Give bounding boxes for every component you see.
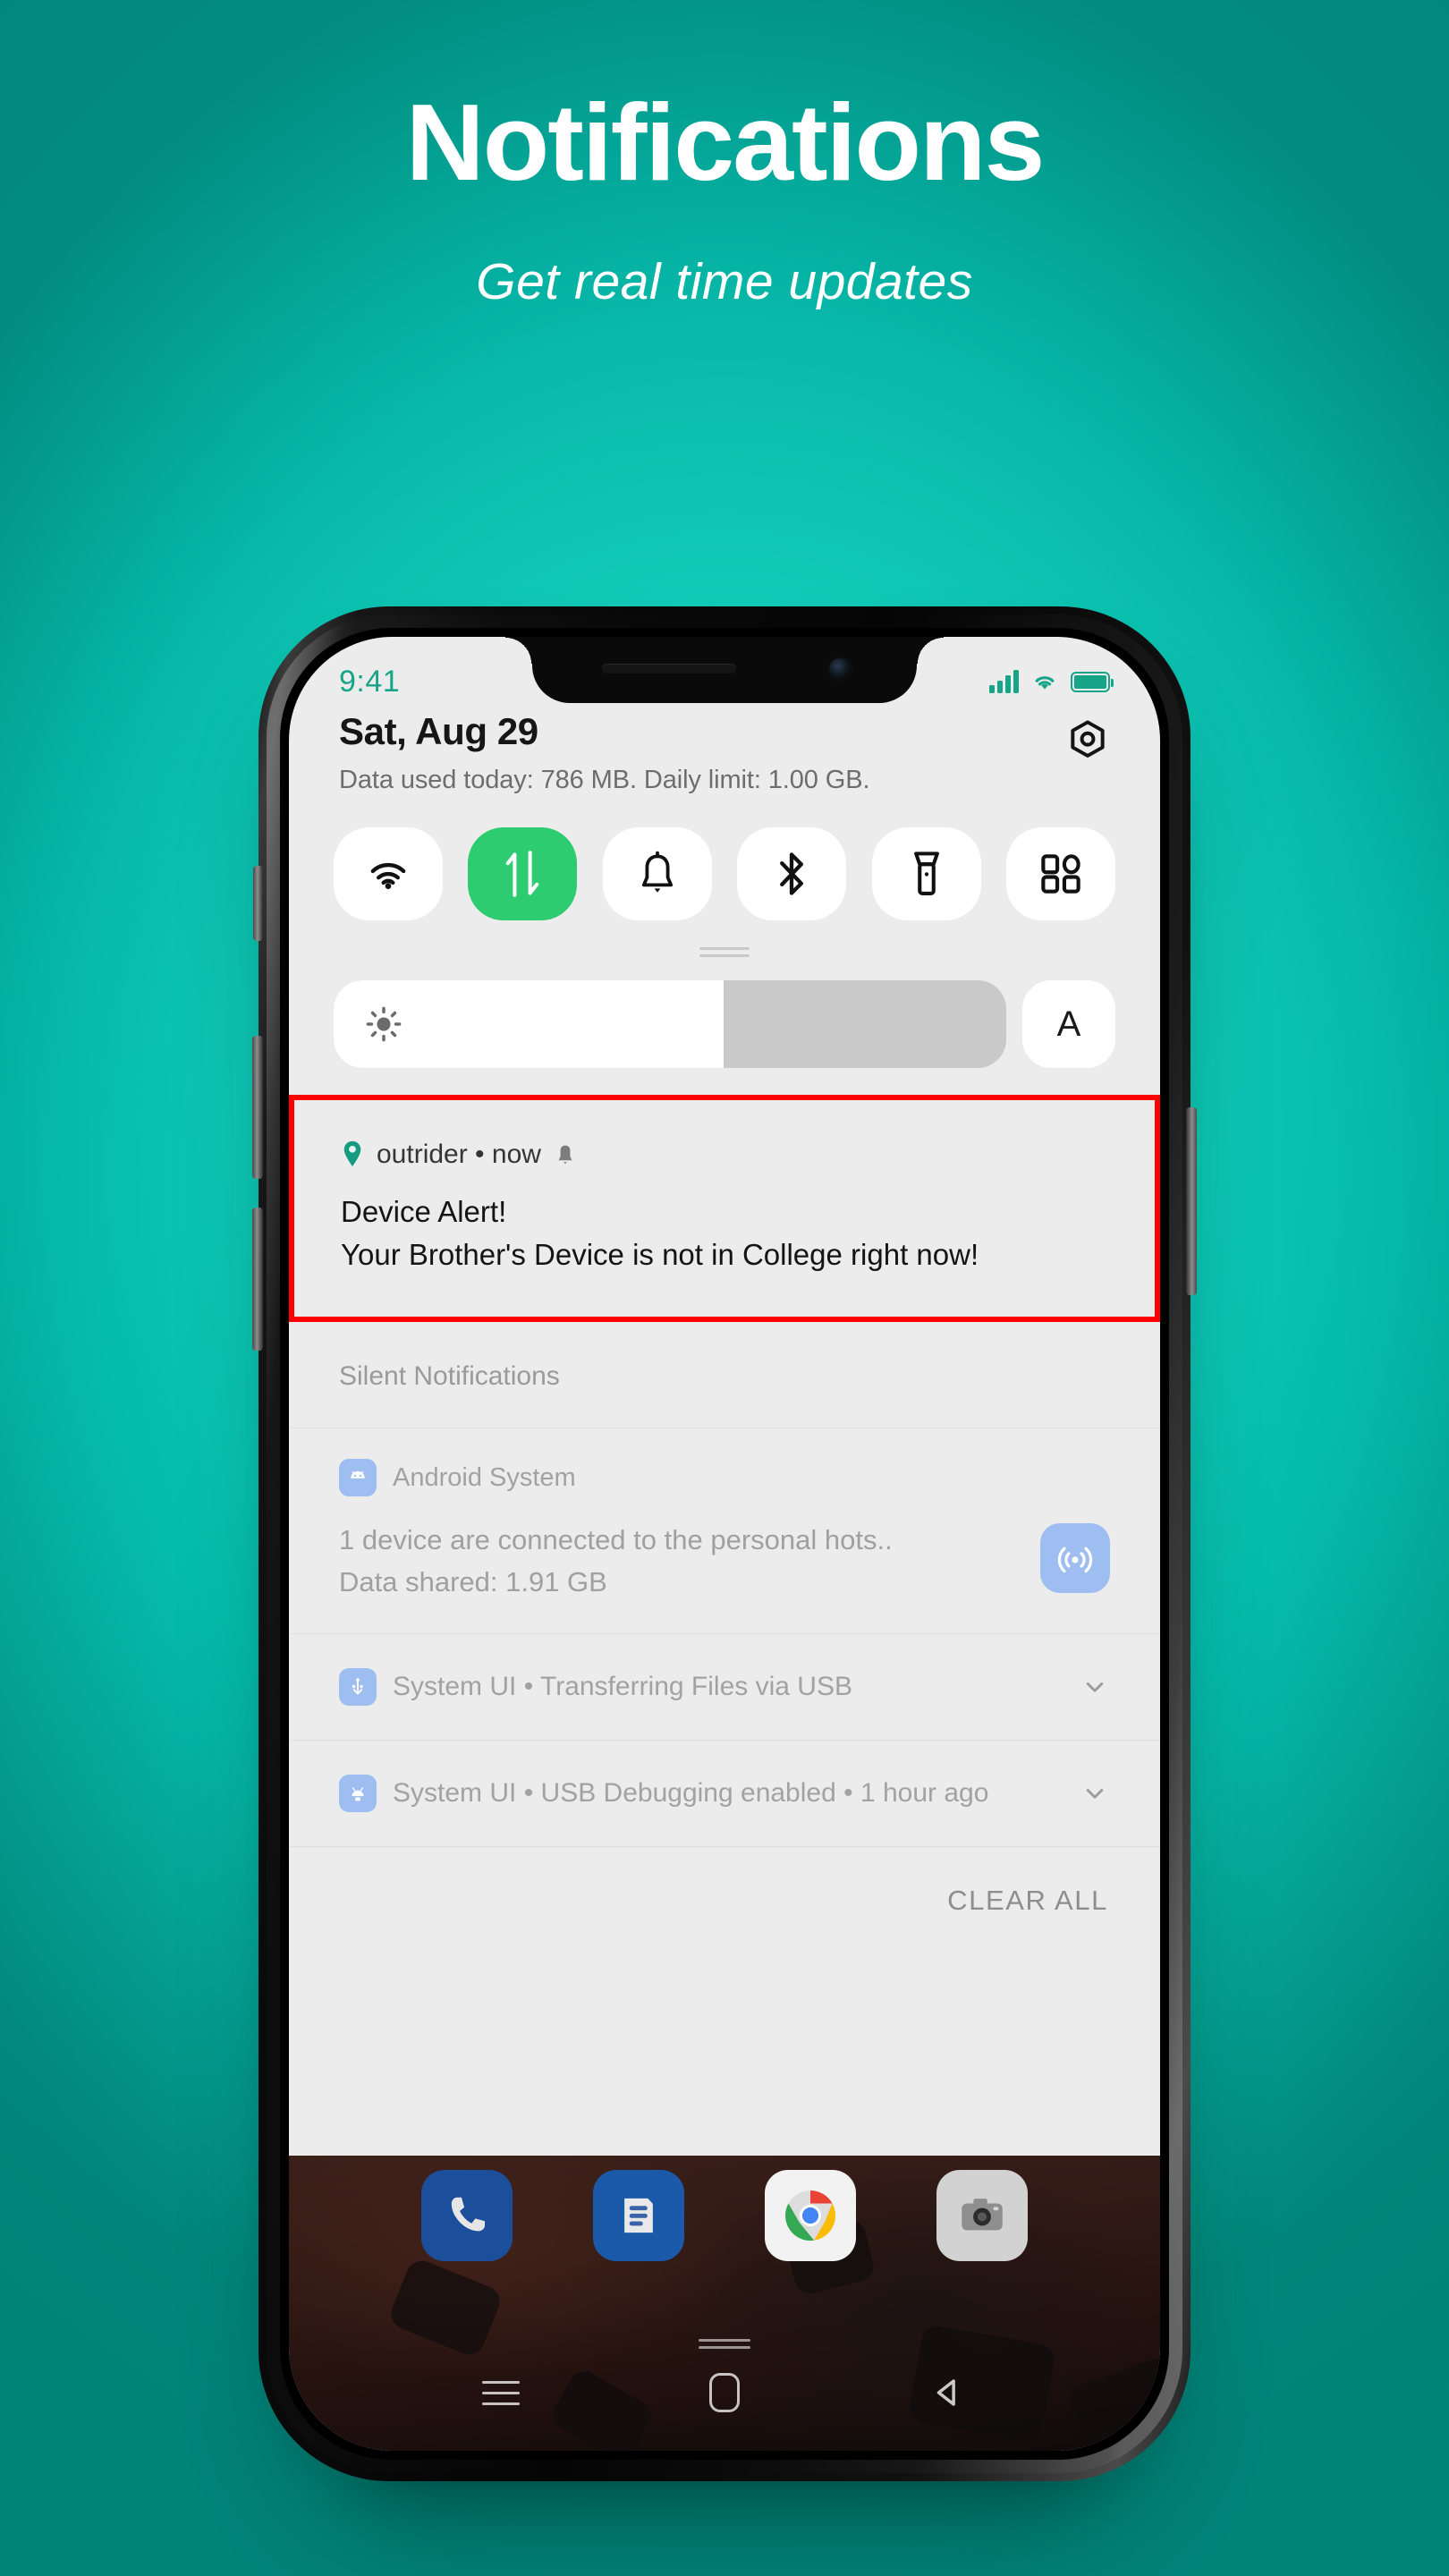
power-button[interactable]	[1186, 1107, 1197, 1295]
signal-bars-icon	[989, 670, 1019, 693]
chevron-down-icon[interactable]	[1080, 1778, 1110, 1809]
status-time: 9:41	[339, 664, 401, 699]
clear-all-row: CLEAR ALL	[289, 1847, 1160, 1960]
panel-header: Sat, Aug 29 Data used today: 786 MB. Dai…	[289, 707, 1160, 795]
toggle-all-settings[interactable]	[1005, 827, 1115, 920]
wifi-icon	[370, 862, 406, 889]
hero-section: Notifications Get real time updates	[0, 0, 1449, 311]
volume-down-button[interactable]	[252, 1208, 263, 1351]
mute-switch-button[interactable]	[253, 866, 263, 941]
dock-item-messages[interactable]	[593, 2170, 684, 2261]
earpiece-speaker-icon	[602, 664, 736, 674]
chevron-down-icon[interactable]	[1080, 1672, 1110, 1702]
auto-brightness-button[interactable]: A	[1022, 980, 1115, 1068]
notification-row-usb-debugging[interactable]: System UI • USB Debugging enabled • 1 ho…	[289, 1741, 1160, 1847]
notification-text: System UI • USB Debugging enabled • 1 ho…	[393, 1778, 989, 1808]
battery-full-icon	[1071, 671, 1114, 692]
location-pin-icon	[343, 1140, 361, 1166]
bluetooth-icon	[780, 852, 804, 895]
notification-text: System UI • Transferring Files via USB	[393, 1672, 852, 1701]
notification-line-2: Data shared: 1.91 GB	[339, 1565, 607, 1597]
phone-screen: 9:41 Sat, Aug 29 Data used today: 786 MB…	[289, 637, 1160, 2451]
dock-item-phone[interactable]	[421, 2170, 513, 2261]
notification-header: Android System	[339, 1459, 1110, 1496]
notification-app-line: outrider • now	[377, 1140, 541, 1169]
phone-icon	[451, 2197, 486, 2232]
notification-header: outrider • now	[341, 1140, 1108, 1170]
phone-bezel: 9:41 Sat, Aug 29 Data used today: 786 MB…	[280, 628, 1169, 2460]
toggle-mobile-data[interactable]	[468, 827, 578, 920]
usb-icon	[339, 1668, 377, 1706]
brightness-slider[interactable]	[334, 980, 1006, 1068]
bell-icon	[558, 1145, 572, 1165]
phone-notch	[505, 637, 944, 703]
settings-gear-icon[interactable]	[1065, 717, 1110, 762]
silent-notifications-header: Silent Notifications	[289, 1322, 1160, 1428]
toggle-bluetooth[interactable]	[737, 827, 847, 920]
status-icons	[989, 670, 1114, 693]
brightness-sun-icon	[366, 1006, 402, 1042]
page-title: Notifications	[405, 81, 1046, 203]
toggle-wifi[interactable]	[334, 827, 443, 920]
notification-app-name: Android System	[393, 1462, 576, 1492]
notification-row-android-system[interactable]: Android System 1 device are connected to…	[289, 1428, 1160, 1634]
notification-shade: outrider • now Device Alert! Your Brothe…	[289, 1095, 1160, 1960]
phone-frame: 9:41 Sat, Aug 29 Data used today: 786 MB…	[252, 606, 1197, 2481]
notification-line-1: 1 device are connected to the personal h…	[339, 1524, 893, 1555]
toggle-sound[interactable]	[602, 827, 712, 920]
messages-icon	[624, 2198, 653, 2233]
android-robot-icon	[339, 1459, 377, 1496]
grid-apps-icon	[1041, 854, 1080, 894]
bell-icon	[641, 851, 673, 893]
home-screen-wallpaper	[289, 2156, 1160, 2451]
wifi-icon	[1035, 676, 1055, 690]
dock-item-camera[interactable]	[936, 2170, 1028, 2261]
flashlight-icon	[913, 852, 939, 896]
app-dock	[289, 2170, 1160, 2261]
navigation-bar	[289, 2354, 1160, 2431]
highlighted-notification[interactable]: outrider • now Device Alert! Your Brothe…	[289, 1095, 1160, 1322]
page-subtitle: Get real time updates	[476, 253, 973, 310]
back-triangle-icon[interactable]	[929, 2374, 967, 2411]
quick-settings-toggles	[289, 795, 1160, 920]
data-usage-text: Data used today: 786 MB. Daily limit: 1.…	[339, 766, 870, 794]
brightness-row: A	[289, 957, 1160, 1068]
recents-menu-icon[interactable]	[482, 2380, 520, 2405]
toggle-flashlight[interactable]	[871, 827, 981, 920]
panel-date: Sat, Aug 29	[339, 710, 538, 752]
panel-drag-handle[interactable]	[289, 920, 1160, 957]
notification-content: 1 device are connected to the personal h…	[339, 1520, 1110, 1603]
dock-item-chrome[interactable]	[765, 2170, 856, 2261]
notification-body: Your Brother's Device is not in College …	[341, 1238, 979, 1271]
gesture-handle[interactable]	[699, 2339, 750, 2342]
camera-icon	[962, 2199, 1003, 2231]
notification-title: Device Alert!	[341, 1195, 507, 1228]
clear-all-button[interactable]: CLEAR ALL	[947, 1885, 1108, 1917]
notification-lines: 1 device are connected to the personal h…	[339, 1520, 1019, 1603]
chrome-icon	[784, 2190, 836, 2241]
phone-mockup: 9:41 Sat, Aug 29 Data used today: 786 MB…	[242, 590, 1208, 2496]
android-debug-icon	[339, 1775, 377, 1812]
volume-up-button[interactable]	[252, 1036, 263, 1179]
notification-row-usb-transfer[interactable]: System UI • Transferring Files via USB	[289, 1634, 1160, 1741]
front-camera-icon	[829, 658, 851, 680]
hotspot-icon	[1040, 1523, 1110, 1593]
mobile-data-icon	[506, 851, 539, 897]
home-square-icon[interactable]	[709, 2373, 740, 2412]
